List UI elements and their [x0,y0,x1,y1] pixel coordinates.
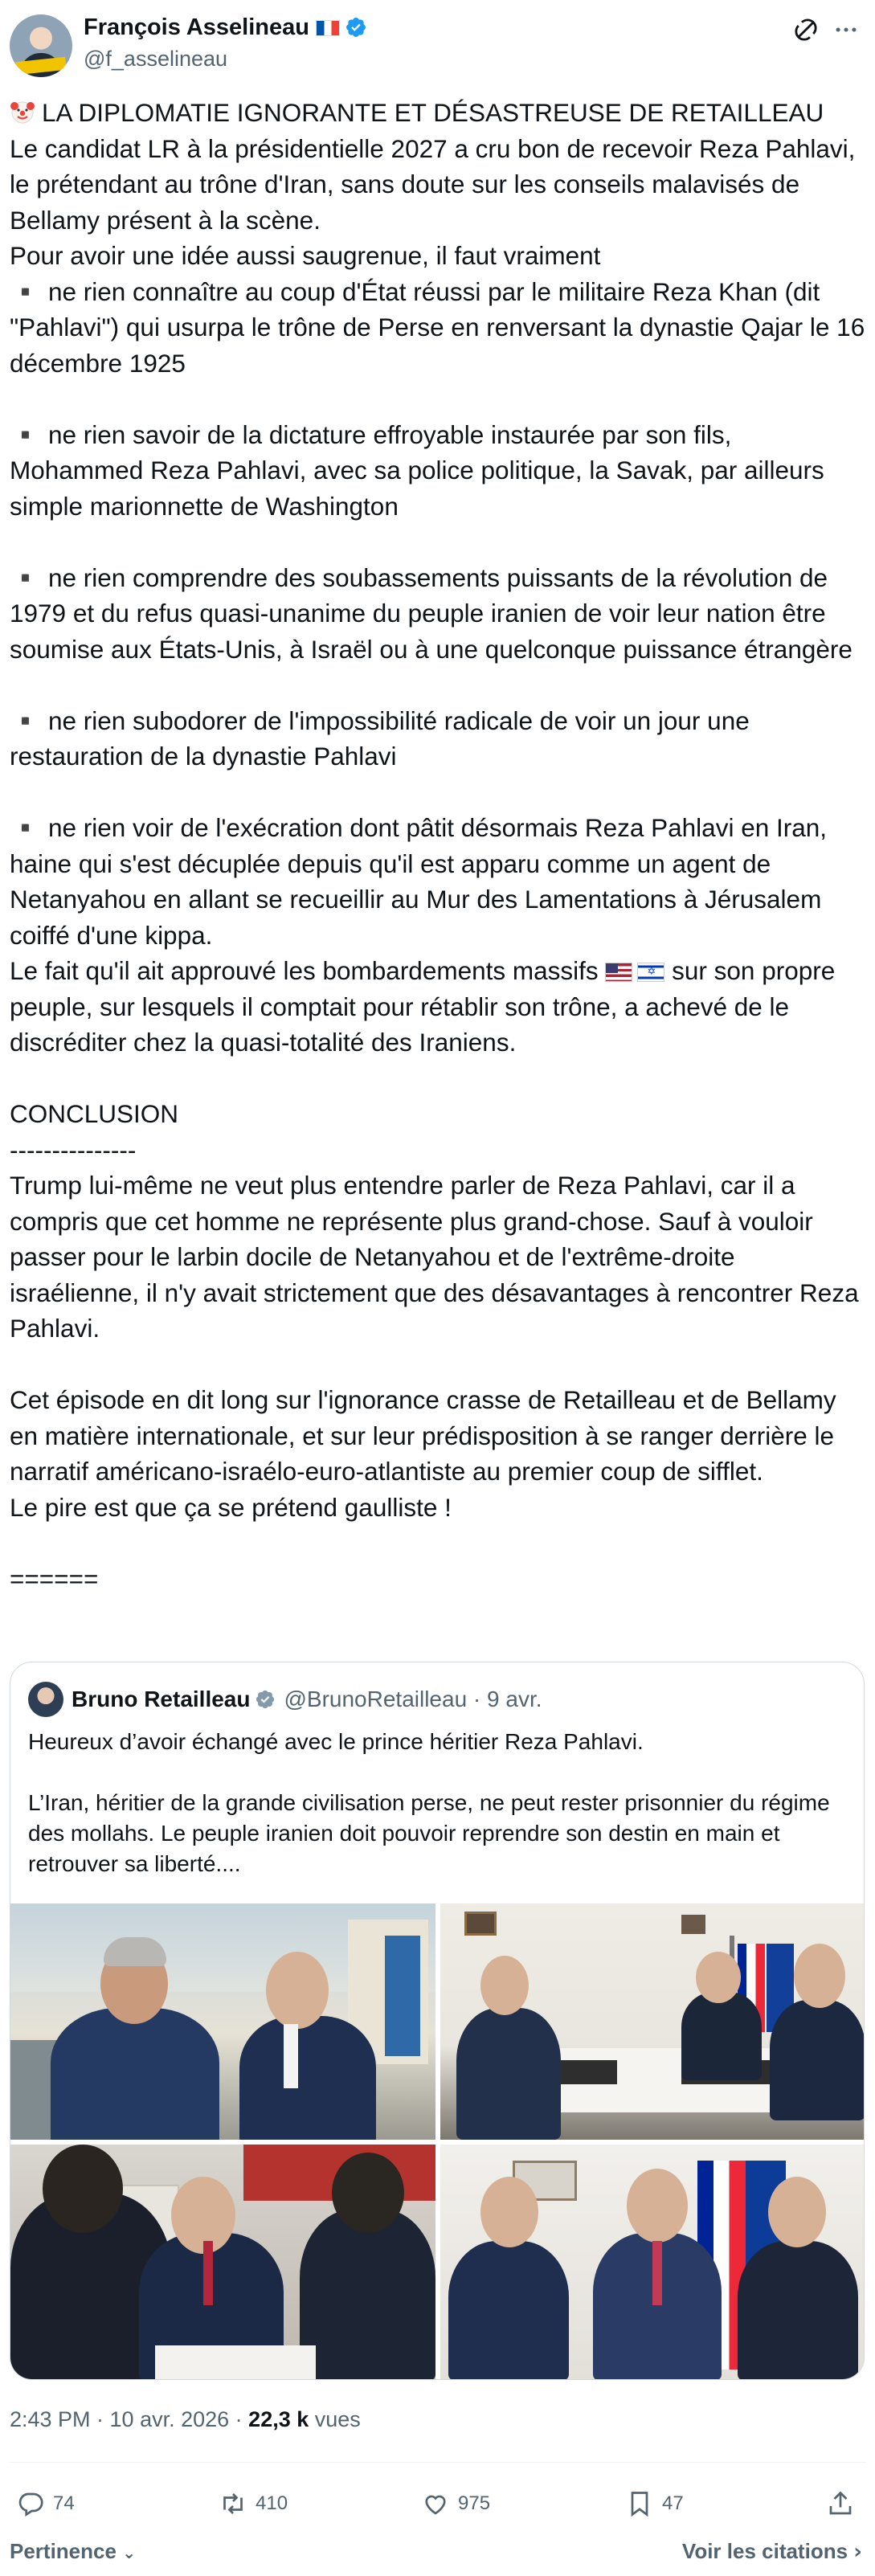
clown-emoji-icon [10,101,35,124]
more-options-icon[interactable] [832,16,860,43]
photo-meeting-table[interactable] [440,1903,864,2140]
tweet-headline: LA DIPLOMATIE IGNORANTE ET DÉSASTREUSE D… [42,98,824,127]
grok-icon[interactable] [792,16,820,43]
reply-icon [18,2492,43,2517]
bookmark-button[interactable]: 47 [625,2486,684,2521]
share-icon [829,2491,852,2515]
france-flag-icon [315,20,340,36]
tweet-meta: 2:43 PM · 10 avr. 2026 · 22,3 k vues [10,2407,361,2432]
tweet-bullet: ▪️ ne rien voir de l'exécration dont pât… [10,813,834,950]
repost-count: 410 [256,2492,288,2514]
tweet-bullet: ▪️ ne rien savoir de la dictature effroy… [10,419,832,521]
quoted-author-name[interactable]: Bruno Retailleau [72,1687,250,1711]
repost-button[interactable]: 410 [219,2486,288,2521]
chevron-right-icon: › [853,2540,862,2564]
view-quotes-label: Voir les citations [681,2539,848,2563]
verified-badge-icon [346,18,366,37]
reply-count: 74 [53,2492,75,2514]
divider [10,2462,866,2463]
quoted-author-line[interactable]: Bruno Retailleau @BrunoRetailleau · 9 avr… [72,1687,542,1712]
photo-meeting-closeup[interactable] [10,2145,435,2379]
tweet-paragraph: Cet épisode en dit long sur l'ignorance … [10,1385,836,1522]
closing-line: ====== [10,1564,99,1593]
tweet-text: LA DIPLOMATIE IGNORANTE ET DÉSASTREUSE D… [10,95,866,1597]
tweet-bullet: ▪️ ne rien comprendre des soubassements … [10,562,853,664]
para2-start: Le fait qu'il ait approuvé les bombardem… [10,956,606,985]
tweet-bullet: ▪️ ne rien connaître au coup d'État réus… [10,276,872,378]
tweet-headline-line: LA DIPLOMATIE IGNORANTE ET DÉSASTREUSE D… [10,95,866,131]
bookmark-count: 47 [662,2492,684,2514]
like-count: 975 [458,2492,491,2514]
tweet-bullet: ▪️ ne rien subodorer de l'impossibilité … [10,705,757,771]
conclusion-title: CONCLUSION --------------- [10,1099,179,1164]
tweet-header: François Asselineau @f_asselineau [0,0,875,90]
quoted-tweet-card[interactable]: Bruno Retailleau @BrunoRetailleau · 9 avr… [10,1662,865,2380]
tweet-paragraph: Le candidat LR à la présidentielle 2027 … [10,133,856,271]
sort-dropdown[interactable]: Pertinence ⌄ [10,2539,136,2564]
repost-icon [223,2493,243,2514]
author-name[interactable]: François Asselineau [84,14,367,41]
action-bar: 74 410 975 47 [0,2486,875,2526]
tweet-paragraph: Trump lui-même ne veut plus entendre par… [10,1171,866,1343]
tweet-timestamp[interactable]: 2:43 PM · 10 avr. 2026 · [10,2407,248,2431]
quoted-author-avatar[interactable] [28,1682,63,1717]
chevron-down-icon: ⌄ [122,2543,136,2562]
photo-grid [10,1903,864,2379]
israel-flag-icon [637,963,665,982]
share-button[interactable] [826,2486,855,2521]
replies-footer: Pertinence ⌄ Voir les citations › [0,2536,875,2568]
author-avatar[interactable] [10,14,72,77]
author-handle[interactable]: @f_asselineau [84,47,227,72]
like-button[interactable]: 975 [421,2486,490,2521]
photo-handshake[interactable] [10,1903,435,2140]
tweet-paragraph: Le fait qu'il ait approuvé les bombardem… [10,953,866,1061]
bookmark-icon [631,2492,648,2517]
views-count: 22,3 k [248,2407,309,2431]
heart-icon [425,2495,446,2515]
author-name-text[interactable]: François Asselineau [84,14,309,40]
photo-group-standing[interactable] [440,2145,864,2379]
usa-flag-icon [605,963,633,982]
sort-label: Pertinence [10,2539,117,2563]
view-quotes-link[interactable]: Voir les citations › [682,2539,862,2564]
quoted-author-handle[interactable]: @BrunoRetailleau · 9 avr. [284,1687,542,1711]
verified-badge-icon [256,1690,275,1709]
reply-button[interactable]: 74 [16,2486,75,2521]
quoted-tweet-text: Heureux d’avoir échangé avec le prince h… [28,1729,830,1876]
views-label: vues [309,2407,361,2431]
